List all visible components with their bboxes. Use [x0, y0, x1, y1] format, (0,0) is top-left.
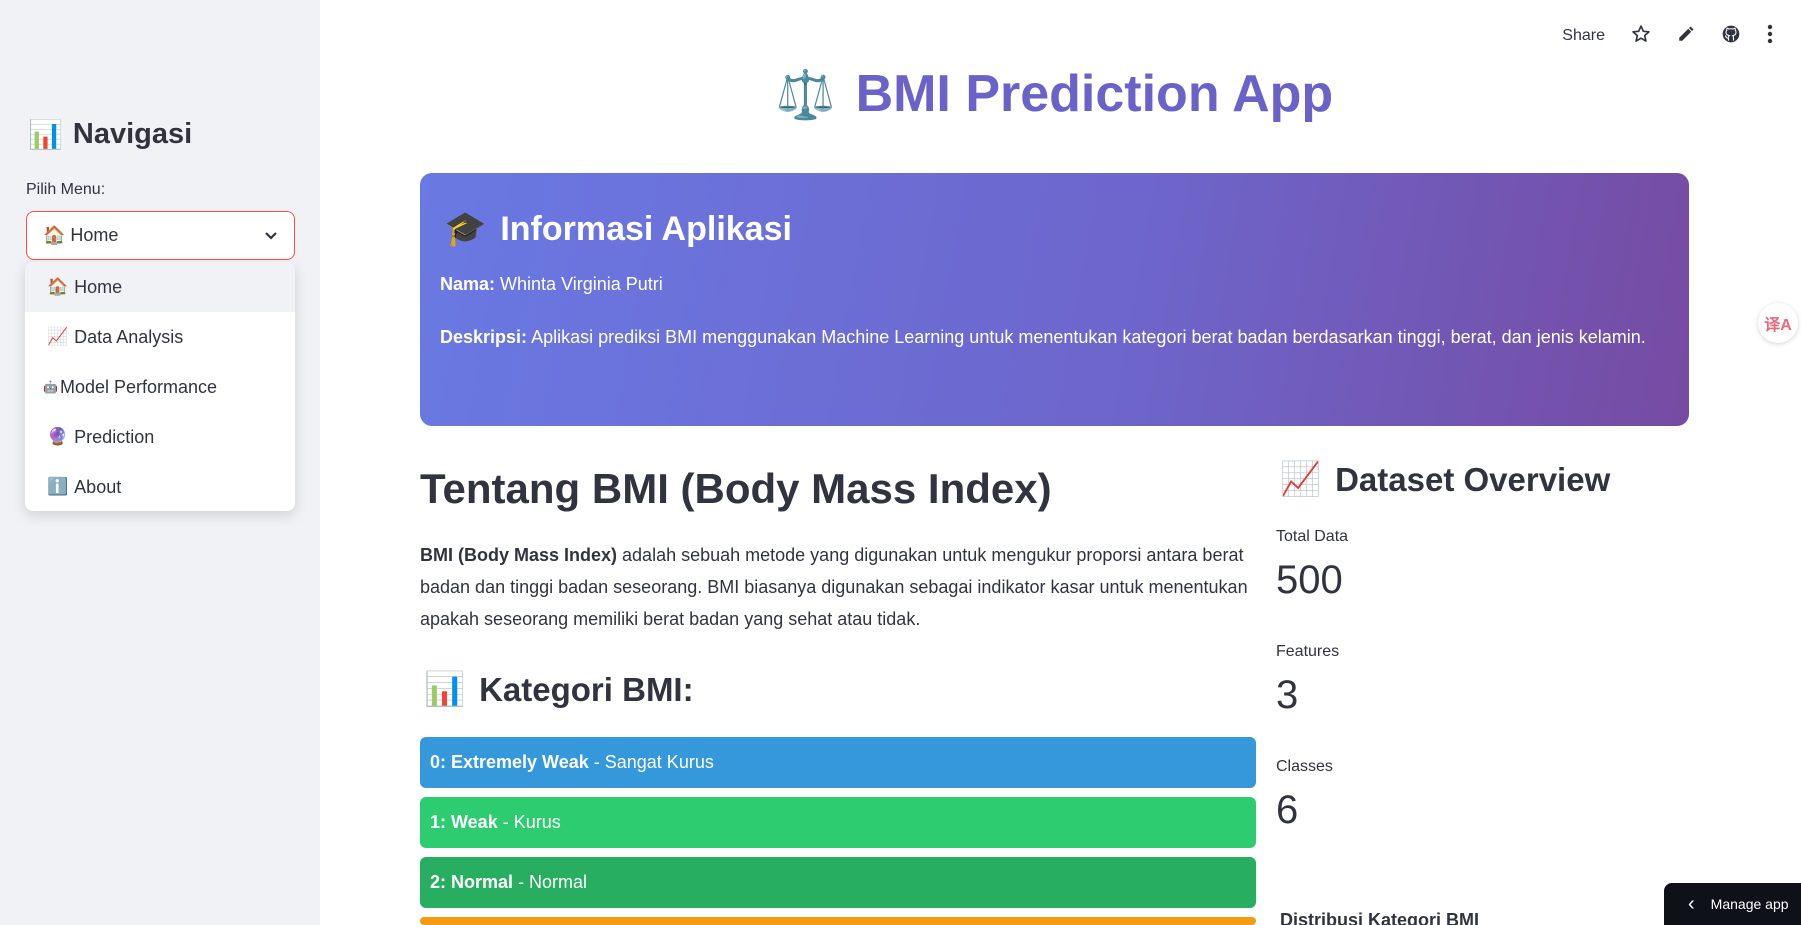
bar-chart-icon: 📊 — [424, 670, 466, 707]
dataset-overview-heading-text: Dataset Overview — [1335, 460, 1611, 498]
manage-app-button[interactable]: ‹ Manage app — [1664, 883, 1801, 925]
menu-option-label: Model Performance — [59, 376, 218, 397]
kategori-heading-text: Kategori BMI: — [479, 670, 694, 708]
kategori-item-normal: 2: Normal - Normal — [420, 857, 1256, 908]
house-icon: 🏠 — [47, 277, 69, 296]
menu-label: Pilih Menu: — [26, 181, 106, 198]
sidebar-title: 📊 Navigasi — [28, 118, 192, 151]
metric-label-features: Features — [1276, 643, 1340, 660]
kategori-code: 2: Normal — [430, 872, 514, 892]
more-options-icon[interactable] — [1767, 24, 1773, 48]
menu-option-label: About — [74, 476, 122, 497]
kategori-code: 0: Extremely Weak — [430, 752, 589, 772]
menu-option-about[interactable]: ℹ️ About — [25, 462, 295, 511]
sidebar-title-text: Navigasi — [72, 118, 193, 150]
metric-value-classes: 6 — [1276, 788, 1299, 832]
info-card-title: 🎓 Informasi Aplikasi — [444, 209, 792, 249]
about-bmi-desc-bold: BMI (Body Mass Index) — [420, 545, 618, 565]
share-button[interactable]: Share — [1562, 27, 1605, 45]
distribution-heading: Distribusi Kategori BMI — [1280, 910, 1480, 925]
info-nama-value: Whinta Virginia Putri — [500, 274, 663, 294]
kategori-desc: - Kurus — [502, 812, 561, 832]
about-bmi-heading: Tentang BMI (Body Mass Index) — [420, 465, 1052, 512]
kategori-desc: - Sangat Kurus — [593, 752, 714, 772]
bar-chart-icon: 📊 — [28, 119, 63, 150]
github-icon[interactable] — [1721, 24, 1741, 48]
header-toolbar: Share — [1562, 24, 1773, 48]
menu-option-prediction[interactable]: 🔮 Prediction — [25, 412, 295, 462]
metric-value-total-data: 500 — [1276, 558, 1343, 602]
kategori-item-partial — [420, 917, 1256, 925]
translate-icon[interactable]: 译A — [1758, 303, 1798, 343]
dataset-overview-heading: 📈 Dataset Overview — [1280, 460, 1610, 499]
menu-option-home[interactable]: 🏠 Home — [25, 262, 295, 312]
sidebar: 📊 Navigasi Pilih Menu: 🏠 Home 🏠 Home 📈 D… — [0, 0, 320, 925]
info-icon: ℹ️ — [47, 477, 69, 496]
menu-option-label: Data Analysis — [74, 326, 184, 347]
menu-select-value: 🏠 Home — [43, 225, 119, 245]
edit-icon[interactable] — [1677, 25, 1695, 47]
menu-option-data-analysis[interactable]: 📈 Data Analysis — [25, 312, 295, 362]
menu-dropdown: 🏠 Home 📈 Data Analysis 🤖 Model Performan… — [25, 262, 295, 511]
metric-label-total-data: Total Data — [1276, 528, 1349, 545]
info-nama: Nama: Whinta Virginia Putri — [440, 268, 1660, 300]
balance-scale-icon: ⚖️ — [775, 68, 836, 122]
robot-icon: 🤖 — [43, 380, 58, 394]
menu-select[interactable]: 🏠 Home — [26, 211, 295, 260]
info-card: 🎓 Informasi Aplikasi Nama: Whinta Virgin… — [420, 173, 1689, 426]
page-title: ⚖️ BMI Prediction App — [420, 64, 1689, 124]
metric-value-features: 3 — [1276, 673, 1299, 717]
menu-option-model-performance[interactable]: 🤖 Model Performance — [25, 362, 295, 412]
kategori-item-weak: 1: Weak - Kurus — [420, 797, 1256, 848]
chart-increasing-icon: 📈 — [47, 327, 69, 346]
chart-increasing-icon: 📈 — [1280, 460, 1322, 497]
star-icon[interactable] — [1631, 24, 1651, 48]
kategori-code: 1: Weak — [430, 812, 498, 832]
info-deskripsi: Deskripsi: Aplikasi prediksi BMI menggun… — [440, 321, 1660, 353]
manage-app-label: Manage app — [1710, 896, 1789, 912]
metric-label-classes: Classes — [1276, 758, 1333, 775]
about-bmi-description: BMI (Body Mass Index) adalah sebuah meto… — [420, 539, 1250, 635]
page-title-text: BMI Prediction App — [855, 65, 1334, 123]
graduation-cap-icon: 🎓 — [444, 210, 487, 248]
menu-option-label: Home — [74, 276, 123, 297]
info-deskripsi-label: Deskripsi: — [440, 327, 528, 347]
info-card-title-text: Informasi Aplikasi — [500, 209, 792, 248]
kategori-desc: - Normal — [518, 872, 588, 892]
info-deskripsi-value: Aplikasi prediksi BMI menggunakan Machin… — [531, 327, 1646, 347]
kategori-heading: 📊 Kategori BMI: — [424, 670, 694, 709]
chevron-left-icon: ‹ — [1688, 893, 1695, 915]
chevron-down-icon — [264, 228, 278, 244]
info-nama-label: Nama: — [440, 274, 496, 294]
kategori-item-extremely-weak: 0: Extremely Weak - Sangat Kurus — [420, 737, 1256, 788]
crystal-ball-icon: 🔮 — [47, 427, 69, 446]
menu-option-label: Prediction — [74, 426, 155, 447]
